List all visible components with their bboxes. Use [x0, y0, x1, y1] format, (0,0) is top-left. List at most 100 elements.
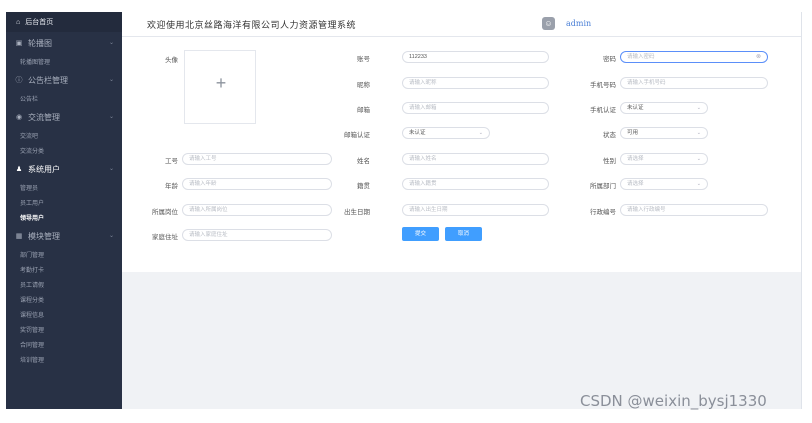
- chevron-down-icon: ⌄: [108, 40, 114, 46]
- sidebar-group-carousel[interactable]: ▣ 轮播图 ⌄: [6, 32, 122, 54]
- phone-verify-select[interactable]: 未认证 ⌄: [620, 102, 708, 114]
- sidebar-group-label: 交流管理: [28, 112, 60, 122]
- sidebar-home[interactable]: ⌂ 后台首页: [6, 12, 122, 32]
- gender-placeholder: 请选择: [627, 156, 644, 162]
- status-value: 可用: [627, 130, 639, 136]
- gender-select[interactable]: 请选择 ⌄: [620, 153, 708, 165]
- gender-label: 性别: [603, 158, 616, 165]
- email-verify-select[interactable]: 未认证 ⌄: [402, 127, 490, 139]
- page-title: 欢迎使用北京丝路海洋有限公司人力资源管理系统: [147, 21, 357, 31]
- sidebar-item-staff[interactable]: 员工用户: [6, 195, 122, 210]
- address-label: 家庭住址: [152, 234, 178, 241]
- username-link[interactable]: admin: [566, 19, 591, 28]
- department-label: 所属部门: [590, 183, 616, 190]
- avatar-label: 头像: [165, 57, 178, 64]
- age-input[interactable]: 请输入年龄: [182, 178, 332, 190]
- plus-icon: +: [215, 73, 227, 93]
- sidebar-group-notice[interactable]: ⓘ 公告栏管理 ⌄: [6, 69, 122, 91]
- avatar-uploader[interactable]: +: [184, 50, 256, 124]
- user-form: 头像 + 账号 112233 密码 请输入密码 ⊗ 昵称 请输入昵称 手机号码 …: [122, 37, 801, 272]
- chevron-down-icon: ⌄: [696, 130, 701, 136]
- picture-icon: ▣: [15, 40, 23, 47]
- sidebar-item-course-category[interactable]: 课程分类: [6, 292, 122, 307]
- chevron-down-icon: ⌄: [696, 105, 701, 111]
- sidebar-group-label: 系统用户: [28, 164, 60, 174]
- chevron-down-icon: ⌄: [108, 77, 114, 83]
- sidebar-item-attendance[interactable]: 考勤打卡: [6, 262, 122, 277]
- sidebar-item-notice[interactable]: 公告栏: [6, 91, 122, 106]
- status-select[interactable]: 可用 ⌄: [620, 127, 708, 139]
- sidebar-group-users[interactable]: ♟ 系统用户 ⌄: [6, 158, 122, 180]
- sidebar-item-forum-category[interactable]: 交流分类: [6, 143, 122, 158]
- email-input[interactable]: 请输入邮箱: [402, 102, 549, 114]
- cancel-button[interactable]: 取消: [445, 227, 482, 241]
- chevron-down-icon: ⌄: [108, 114, 114, 120]
- nickname-input[interactable]: 请输入昵称: [402, 77, 549, 89]
- submit-button[interactable]: 提交: [402, 227, 439, 241]
- position-input[interactable]: 请输入所属岗位: [182, 204, 332, 216]
- sidebar-group-forum[interactable]: ◉ 交流管理 ⌄: [6, 106, 122, 128]
- sidebar-group-label: 轮播图: [28, 38, 52, 48]
- sidebar-item-training[interactable]: 培训管理: [6, 352, 122, 367]
- chevron-down-icon: ⌄: [696, 181, 701, 187]
- account-label: 账号: [357, 56, 370, 63]
- sidebar-item-admin[interactable]: 管理员: [6, 180, 122, 195]
- department-placeholder: 请选择: [627, 181, 644, 187]
- sidebar-item-contract[interactable]: 合同管理: [6, 337, 122, 352]
- watermark: CSDN @weixin_bysj1330: [580, 392, 767, 410]
- phone-verify-value: 未认证: [627, 105, 644, 111]
- chevron-down-icon: ⌄: [108, 166, 114, 172]
- address-input[interactable]: 请输入家庭住址: [182, 229, 332, 241]
- status-label: 状态: [603, 132, 616, 139]
- clear-icon[interactable]: ⊗: [756, 52, 761, 62]
- phone-verify-label: 手机认证: [590, 107, 616, 114]
- admin-no-label: 行政编号: [590, 209, 616, 216]
- sidebar-item-course[interactable]: 课程信息: [6, 307, 122, 322]
- department-select[interactable]: 请选择 ⌄: [620, 178, 708, 190]
- phone-label: 手机号码: [590, 82, 616, 89]
- sidebar-group-label: 公告栏管理: [28, 75, 68, 85]
- sidebar-item-leader[interactable]: 领导用户: [6, 210, 122, 225]
- admin-no-input[interactable]: 请输入行政编号: [620, 204, 768, 216]
- info-icon: ⓘ: [15, 77, 23, 84]
- hometown-label: 籍贯: [357, 183, 370, 190]
- account-input[interactable]: 112233: [402, 51, 549, 63]
- app-frame: ⌂ 后台首页 ▣ 轮播图 ⌄ 轮播图管理 ⓘ 公告栏管理 ⌄ 公告栏 ◉ 交流管…: [0, 0, 812, 423]
- email-verify-label: 邮箱认证: [344, 132, 370, 139]
- name-label: 姓名: [357, 158, 370, 165]
- job-no-label: 工号: [165, 158, 178, 165]
- sidebar-item-leave[interactable]: 员工请假: [6, 277, 122, 292]
- phone-input[interactable]: 请输入手机号码: [620, 77, 768, 89]
- hometown-input[interactable]: 请输入籍贯: [402, 178, 549, 190]
- sidebar-item-carousel-manage[interactable]: 轮播图管理: [6, 54, 122, 69]
- grid-icon: ▦: [15, 233, 23, 240]
- sidebar-home-label: 后台首页: [25, 19, 54, 26]
- main-content: 头像 + 账号 112233 密码 请输入密码 ⊗ 昵称 请输入昵称 手机号码 …: [122, 37, 801, 409]
- job-no-input[interactable]: 请输入工号: [182, 153, 332, 165]
- user-icon: ♟: [15, 166, 23, 173]
- home-icon: ⌂: [16, 18, 21, 26]
- top-header: 欢迎使用北京丝路海洋有限公司人力资源管理系统 ☺ admin: [122, 12, 801, 37]
- sidebar-item-department[interactable]: 部门管理: [6, 247, 122, 262]
- chevron-down-icon: ⌄: [478, 130, 483, 136]
- sidebar-group-modules[interactable]: ▦ 模块管理 ⌄: [6, 225, 122, 247]
- age-label: 年龄: [165, 183, 178, 190]
- sidebar-item-forum[interactable]: 交流吧: [6, 128, 122, 143]
- password-input[interactable]: 请输入密码 ⊗: [620, 51, 768, 63]
- chevron-down-icon: ⌄: [696, 156, 701, 162]
- content-border: [801, 12, 802, 409]
- birthday-label: 出生日期: [344, 209, 370, 216]
- sidebar-item-reward[interactable]: 奖罚管理: [6, 322, 122, 337]
- birthday-input[interactable]: 请输入出生日期: [402, 204, 549, 216]
- nickname-label: 昵称: [357, 82, 370, 89]
- chat-icon: ◉: [15, 114, 23, 121]
- position-label: 所属岗位: [152, 209, 178, 216]
- user-icon[interactable]: ☺: [542, 17, 555, 30]
- chevron-down-icon: ⌄: [108, 233, 114, 239]
- sidebar: ⌂ 后台首页 ▣ 轮播图 ⌄ 轮播图管理 ⓘ 公告栏管理 ⌄ 公告栏 ◉ 交流管…: [6, 12, 122, 409]
- name-input[interactable]: 请输入姓名: [402, 153, 549, 165]
- password-placeholder: 请输入密码: [627, 54, 655, 60]
- email-label: 邮箱: [357, 107, 370, 114]
- sidebar-group-label: 模块管理: [28, 231, 60, 241]
- password-label: 密码: [603, 56, 616, 63]
